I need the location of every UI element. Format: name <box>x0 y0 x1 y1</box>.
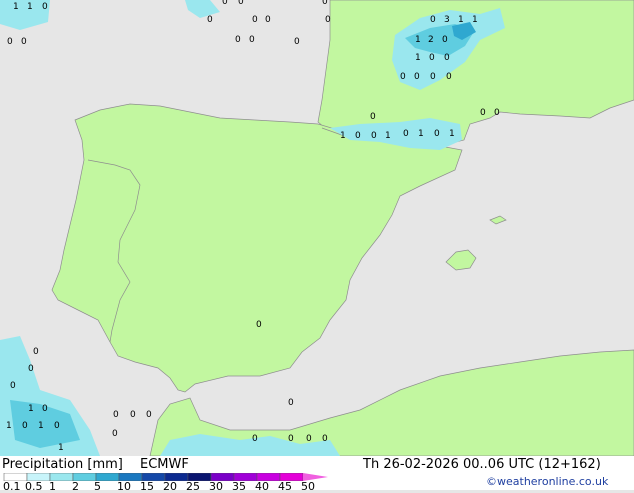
value-label: 1 <box>449 129 455 139</box>
scale-label: 35 <box>232 480 246 493</box>
value-label: 0 <box>42 404 48 414</box>
value-label: 0 <box>252 15 258 25</box>
value-label: 0 <box>222 0 228 7</box>
value-label: 0 <box>112 429 118 439</box>
value-label: 0 <box>265 15 271 25</box>
scale-label: 40 <box>255 480 269 493</box>
value-label: 1 <box>385 131 391 141</box>
value-label: 1 <box>58 443 64 453</box>
value-label: 0 <box>146 410 152 420</box>
value-label: 0 <box>113 410 119 420</box>
value-label: 0 <box>7 37 13 47</box>
value-label: 0 <box>325 15 331 25</box>
value-label: 0 <box>42 2 48 12</box>
value-label: 2 <box>428 35 434 45</box>
scale-label: 10 <box>117 480 131 493</box>
value-label: 0 <box>306 434 312 444</box>
value-label: 0 <box>414 72 420 82</box>
value-label: 3 <box>444 15 450 25</box>
value-label: 0 <box>480 108 486 118</box>
value-label: 0 <box>322 434 328 444</box>
value-label: 1 <box>6 421 12 431</box>
value-label: 0 <box>444 53 450 63</box>
value-label: 0 <box>288 398 294 408</box>
value-label: 1 <box>458 15 464 25</box>
value-label: 0 <box>494 108 500 118</box>
value-label: 0 <box>235 35 241 45</box>
value-label: 1 <box>13 2 19 12</box>
scale-label: 30 <box>209 480 223 493</box>
value-label: 0 <box>430 72 436 82</box>
scale-label: 45 <box>278 480 292 493</box>
scale-label: 25 <box>186 480 200 493</box>
credit-link[interactable]: ©weatheronline.co.uk <box>486 476 608 488</box>
value-label: 0 <box>256 320 262 330</box>
value-label: 1 <box>28 404 34 414</box>
scale-label: 0.5 <box>25 480 43 493</box>
value-label: 1 <box>38 421 44 431</box>
value-label: 0 <box>130 410 136 420</box>
value-label: 1 <box>415 35 421 45</box>
value-label: 0 <box>403 129 409 139</box>
value-label: 1 <box>27 2 33 12</box>
value-label: 0 <box>249 35 255 45</box>
value-label: 0 <box>238 0 244 7</box>
value-label: 1 <box>418 129 424 139</box>
scale-label: 50 <box>301 480 315 493</box>
value-label: 0 <box>400 72 406 82</box>
legend-title: Precipitation [mm] <box>2 457 123 472</box>
value-label: 0 <box>21 37 27 47</box>
value-label: 0 <box>371 131 377 141</box>
scale-label: 0.1 <box>3 480 21 493</box>
value-label: 0 <box>442 35 448 45</box>
precipitation-map: 1 1 0 0 0 0 0 0 0 0 0 0 0 0 0 0 3 1 1 1 … <box>0 0 634 456</box>
forecast-datetime: Th 26-02-2026 00..06 UTC (12+162) <box>363 457 601 472</box>
value-label: 0 <box>294 37 300 47</box>
scale-label: 5 <box>94 480 101 493</box>
value-label: 0 <box>252 434 258 444</box>
value-label: 0 <box>54 421 60 431</box>
value-label: 0 <box>446 72 452 82</box>
scale-label: 15 <box>140 480 154 493</box>
value-label: 0 <box>429 53 435 63</box>
value-label: 0 <box>355 131 361 141</box>
value-label: 0 <box>288 434 294 444</box>
model-name: ECMWF <box>140 457 189 472</box>
value-label: 0 <box>434 129 440 139</box>
value-label: 0 <box>207 15 213 25</box>
value-label: 0 <box>28 364 34 374</box>
value-label: 1 <box>415 53 421 63</box>
scale-label: 1 <box>49 480 56 493</box>
value-label: 0 <box>10 381 16 391</box>
value-label: 0 <box>322 0 328 7</box>
value-label: 0 <box>22 421 28 431</box>
legend-footer: Precipitation [mm] ECMWF Th 26-02-2026 0… <box>0 456 634 493</box>
value-label: 0 <box>370 112 376 122</box>
scale-label: 2 <box>72 480 79 493</box>
value-label: 0 <box>430 15 436 25</box>
value-label: 0 <box>33 347 39 357</box>
value-label: 1 <box>340 131 346 141</box>
scale-label: 20 <box>163 480 177 493</box>
value-label: 1 <box>472 15 478 25</box>
